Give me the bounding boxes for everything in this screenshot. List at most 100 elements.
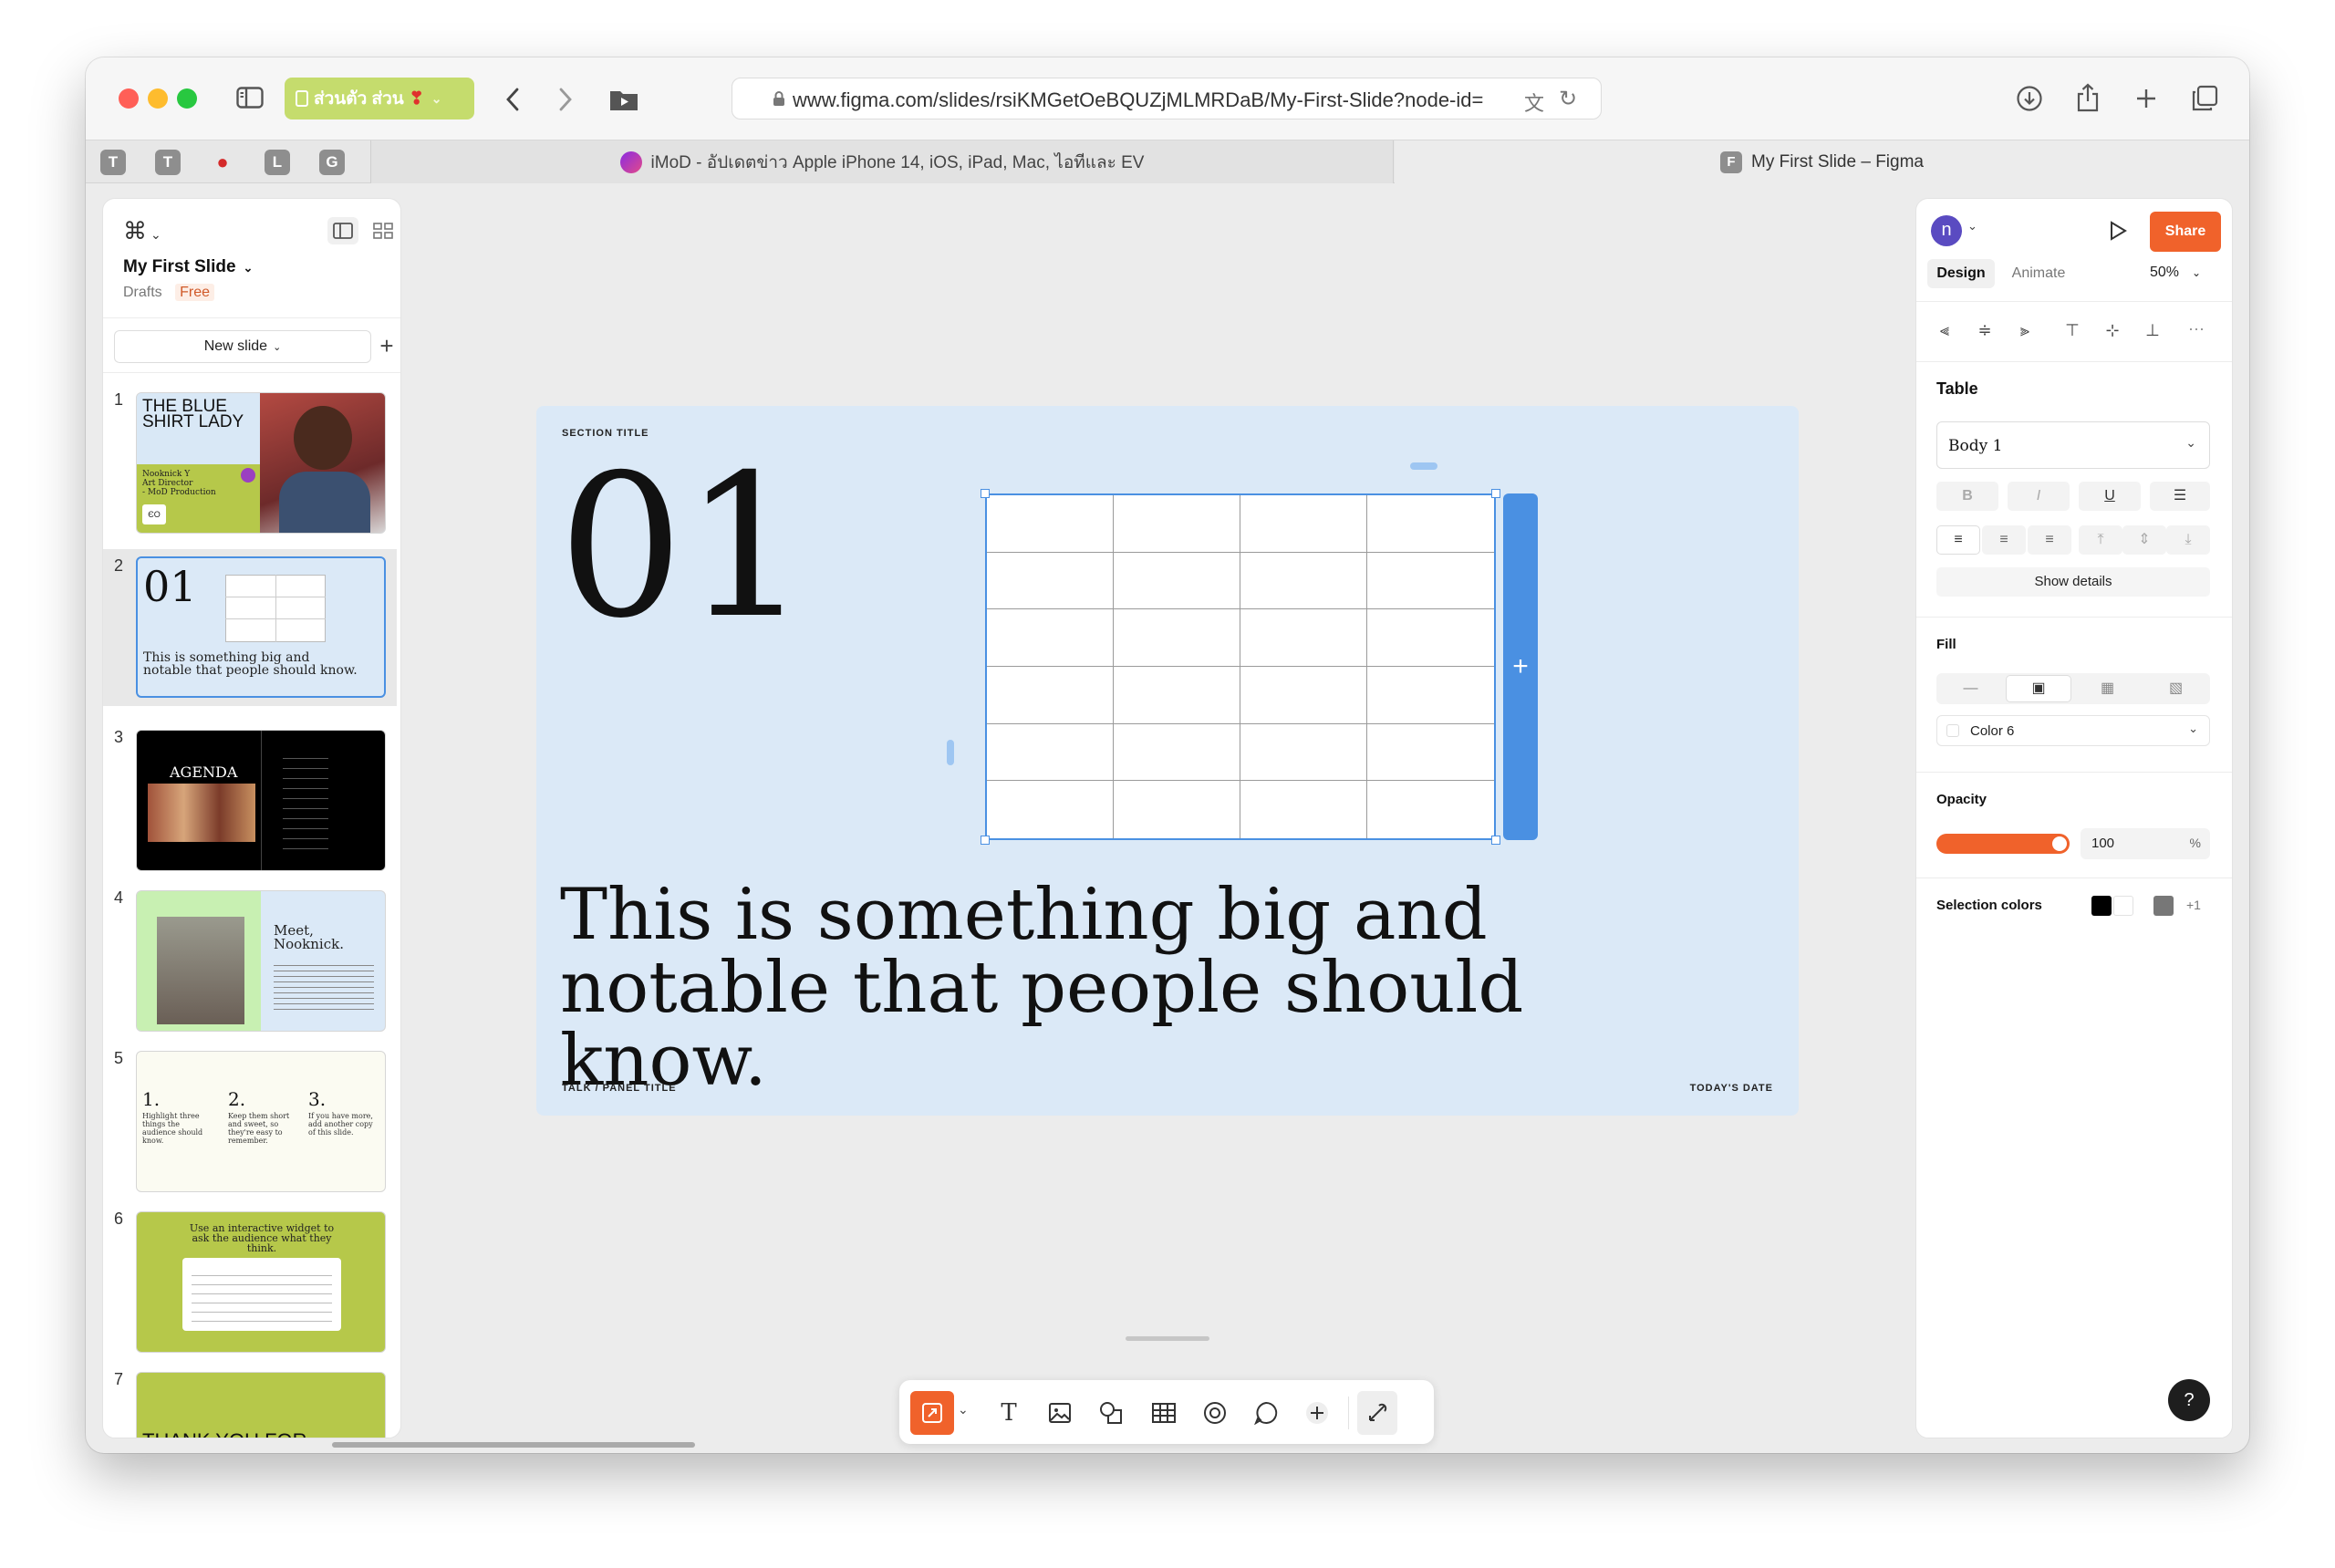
table-cell[interactable]: [987, 781, 1114, 838]
slide-thumbnail-6[interactable]: Use an interactive widget to ask the aud…: [136, 1211, 386, 1353]
present-icon[interactable]: [2102, 215, 2133, 246]
row-resize-handle[interactable]: [947, 740, 954, 765]
slide-canvas[interactable]: SECTION TITLE 01 + This is something big…: [536, 406, 1799, 1116]
slide-tool-icon[interactable]: [910, 1391, 954, 1435]
selection-color-swatch[interactable]: [2113, 896, 2133, 916]
align-right-icon[interactable]: ⫸: [2009, 312, 2040, 348]
shape-tool-icon[interactable]: [1091, 1391, 1131, 1435]
tab-design[interactable]: Design: [1927, 259, 1995, 288]
close-window-button[interactable]: [119, 88, 139, 109]
zoom-control[interactable]: 50% ⌄: [2150, 265, 2201, 281]
annotate-tool-icon[interactable]: [1357, 1391, 1397, 1435]
chevron-down-icon[interactable]: ⌄: [958, 1402, 969, 1417]
opacity-slider[interactable]: [1936, 834, 2070, 854]
fill-color-select[interactable]: Color 6 ⌄: [1936, 715, 2210, 746]
table-cell[interactable]: [1114, 723, 1240, 782]
fill-image-icon[interactable]: ▧: [2142, 673, 2210, 704]
align-left-icon[interactable]: ⫷: [1929, 312, 1960, 348]
fill-none-icon[interactable]: —: [1936, 673, 2005, 704]
table-cell[interactable]: [1367, 609, 1494, 667]
slide-table[interactable]: [985, 493, 1496, 840]
selection-color-swatch[interactable]: [2153, 896, 2174, 916]
selection-color-swatch[interactable]: [2091, 896, 2112, 916]
tab-figma[interactable]: F My First Slide – Figma: [1395, 140, 2249, 183]
stamp-tool-icon[interactable]: [1195, 1391, 1235, 1435]
bold-icon[interactable]: B: [1936, 482, 1998, 511]
address-bar[interactable]: www.figma.com/slides/rsiKMGetOeBQUZjMLMR…: [732, 78, 1602, 119]
sidebar-toggle-icon[interactable]: [234, 83, 266, 112]
text-style-select[interactable]: Body 1 ⌄: [1936, 421, 2210, 469]
table-cell[interactable]: [1367, 724, 1494, 782]
add-slide-icon[interactable]: +: [373, 330, 400, 363]
pinned-tab[interactable]: G: [319, 150, 345, 175]
tab-animate[interactable]: Animate: [2002, 259, 2075, 288]
table-cell[interactable]: [987, 552, 1114, 610]
text-align-left-icon[interactable]: ≡: [1936, 525, 1980, 555]
table-cell[interactable]: [1114, 781, 1240, 838]
reload-icon[interactable]: ↻: [1559, 86, 1577, 112]
table-cell[interactable]: [1240, 552, 1367, 610]
show-details-button[interactable]: Show details: [1936, 567, 2210, 597]
tab-imod[interactable]: iMoD - อัปเดตข่าว Apple iPhone 14, iOS, …: [370, 140, 1394, 183]
table-cell[interactable]: [1367, 495, 1494, 553]
more-options-icon[interactable]: ···: [2181, 312, 2212, 348]
tab-group-button[interactable]: ส่วนตัว ส่วน ❣ ⌄: [285, 78, 474, 119]
table-cell[interactable]: [1240, 609, 1367, 667]
chevron-down-icon[interactable]: ⌄: [1967, 219, 1977, 234]
text-align-right-icon[interactable]: ≡: [2028, 525, 2071, 555]
horizontal-scrollbar[interactable]: [332, 1442, 695, 1448]
opacity-input[interactable]: 100 %: [2081, 828, 2210, 859]
align-bottom-icon[interactable]: ⊥: [2137, 312, 2168, 348]
media-folder-icon[interactable]: [606, 81, 642, 118]
table-cell[interactable]: [1367, 553, 1494, 610]
plus-tool-icon[interactable]: [1297, 1391, 1337, 1435]
table-cell[interactable]: [1114, 495, 1240, 553]
translate-icon[interactable]: 文: [1524, 88, 1544, 117]
column-resize-handle[interactable]: [1410, 462, 1437, 470]
table-cell[interactable]: [987, 609, 1114, 667]
help-button[interactable]: ?: [2168, 1379, 2210, 1421]
grid-view-icon[interactable]: [368, 217, 399, 244]
table-cell[interactable]: [987, 667, 1114, 724]
table-cell[interactable]: [1240, 667, 1367, 724]
slide-thumbnail-2[interactable]: 01 This is something big and notable tha…: [136, 556, 386, 698]
comment-tool-icon[interactable]: [1246, 1391, 1286, 1435]
forward-button[interactable]: [547, 81, 584, 118]
table-cell[interactable]: [1240, 781, 1367, 838]
share-button[interactable]: Share: [2150, 212, 2221, 252]
slide-thumbnail-5[interactable]: 1. 2. 3. Highlight three things the audi…: [136, 1051, 386, 1192]
fill-pattern-icon[interactable]: ▦: [2073, 673, 2142, 704]
fill-solid-icon[interactable]: ▣: [2006, 675, 2071, 702]
table-cell[interactable]: [1114, 552, 1240, 610]
tab-overview-icon[interactable]: [2187, 81, 2222, 116]
selection-colors-more[interactable]: +1: [2186, 898, 2201, 912]
zoom-window-button[interactable]: [177, 88, 197, 109]
minimize-window-button[interactable]: [148, 88, 168, 109]
bullet-list-icon[interactable]: ☰: [2150, 482, 2210, 511]
pinned-tab-apple-icon[interactable]: ●: [210, 150, 235, 175]
slide-thumbnail-3[interactable]: AGENDA: [136, 730, 386, 871]
add-column-button[interactable]: +: [1503, 493, 1538, 840]
share-page-icon[interactable]: [2070, 79, 2105, 116]
pinned-tab[interactable]: L: [265, 150, 290, 175]
table-cell[interactable]: [1367, 781, 1494, 838]
italic-icon[interactable]: I: [2008, 482, 2070, 511]
table-tool-icon[interactable]: [1144, 1391, 1184, 1435]
slide-thumbnail-7[interactable]: THANK YOU FOR: [136, 1372, 386, 1438]
align-center-h-icon[interactable]: ≑: [1969, 312, 2000, 348]
slide-thumbnail-1[interactable]: THE BLUE SHIRT LADY Nooknick Y Art Direct…: [136, 392, 386, 534]
align-middle-icon[interactable]: ⊹: [2097, 312, 2128, 348]
pinned-tab[interactable]: T: [100, 150, 126, 175]
underline-icon[interactable]: U: [2079, 482, 2141, 511]
opacity-slider-knob[interactable]: [2052, 836, 2067, 851]
table-cell[interactable]: [1114, 609, 1240, 667]
table-cell[interactable]: [1367, 667, 1494, 724]
table-cell[interactable]: [987, 495, 1114, 553]
downloads-icon[interactable]: [2012, 81, 2047, 116]
table-cell[interactable]: [1114, 667, 1240, 724]
text-tool-icon[interactable]: T: [989, 1391, 1029, 1435]
slide-thumbnail-4[interactable]: Meet, Nooknick.: [136, 890, 386, 1032]
canvas-resize-handle[interactable]: [1126, 1336, 1209, 1341]
back-button[interactable]: [494, 81, 531, 118]
image-tool-icon[interactable]: [1040, 1391, 1080, 1435]
